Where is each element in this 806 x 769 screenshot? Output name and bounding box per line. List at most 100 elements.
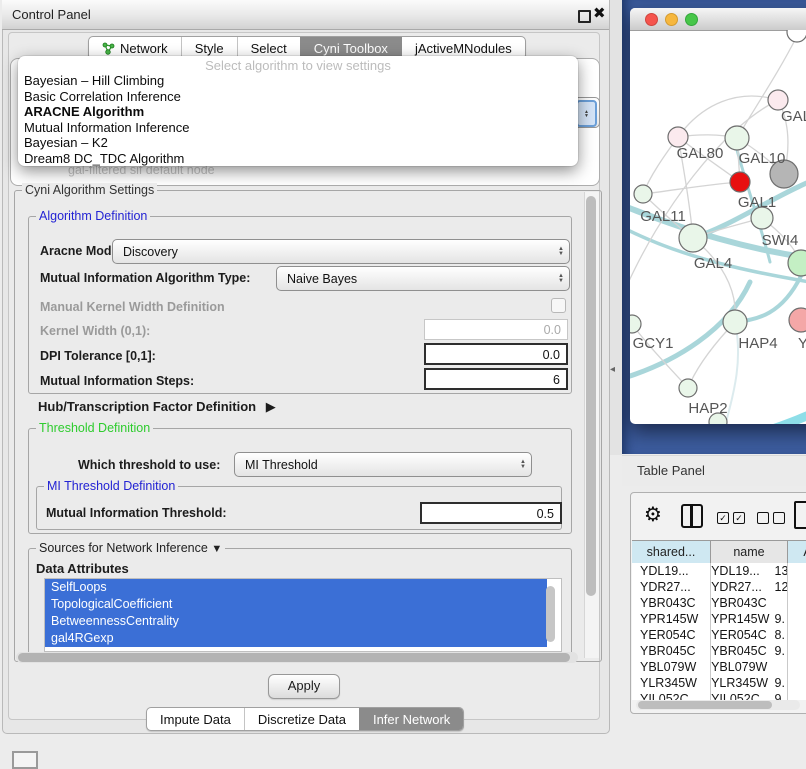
column-header-a[interactable]: A [788,541,806,563]
close-icon[interactable]: ✖ [593,4,606,22]
hub-definition-toggle[interactable]: Hub/Transcription Factor Definition ▶ [38,399,270,415]
split-column-icon[interactable] [681,504,703,528]
spinner-arrows-icon: ▲▼ [553,247,569,257]
table-row[interactable]: YBL079WYBL079W [632,659,806,675]
table-cell: YER054C [632,627,702,643]
sources-group-toggle[interactable]: Sources for Network Inference ▼ [36,541,225,555]
network-node[interactable] [730,172,750,192]
table-cell: YLR345W [702,675,770,691]
attribute-item-topologicalcoefficient[interactable]: TopologicalCoefficient [45,596,547,613]
network-node[interactable] [768,90,788,110]
mi-threshold-label: Mutual Information Threshold: [46,506,227,520]
network-node[interactable] [630,315,641,333]
table-cell: YIL052C [702,691,770,700]
node-label-swi4: SWI4 [762,232,799,249]
mi-algorithm-type-label: Mutual Information Algorithm Type: [40,271,250,285]
attribute-item-betweennesscentrality[interactable]: BetweennessCentrality [45,613,547,630]
column-divider [710,563,711,700]
table-row[interactable]: YDR27...YDR27...12 [632,579,806,595]
column-header-name[interactable]: name [711,541,788,563]
table-row[interactable]: YLR345WYLR345W9. [632,675,806,691]
table-cell: YBR045C [702,643,770,659]
bottom-tab-impute-data-label: Impute Data [160,712,231,727]
network-edge[interactable] [643,182,740,194]
unchecked-box-icon[interactable] [757,512,769,524]
settings-scrollbar-thumb[interactable] [586,196,596,596]
algorithm-dropdown-list: Bayesian – Hill ClimbingBasic Correlatio… [24,73,572,167]
spinner-arrows-icon: ▲▼ [515,460,531,470]
table-hscrollbar-thumb[interactable] [638,701,772,709]
network-edge[interactable] [758,398,806,424]
network-canvas[interactable]: GALGAL80GAL10GAL1GAL11SWI4GAL4GCY1HAP4YH… [630,30,806,424]
network-node[interactable] [723,310,747,334]
settings-hscrollbar-thumb[interactable] [18,653,570,662]
algorithm-option-mutual-information-inference[interactable]: Mutual Information Inference [24,120,572,136]
table-row[interactable]: YBR045CYBR045C9. [632,643,806,659]
network-node[interactable] [725,126,749,150]
checked-box-icon[interactable]: ✓ [717,512,729,524]
mi-steps-label: Mutual Information Steps: [40,374,194,388]
network-node[interactable] [679,224,707,252]
table-row[interactable]: YER054CYER054C8. [632,627,806,643]
mi-steps-field[interactable]: 6 [424,368,568,390]
algorithm-option-dream8-dc-tdc-algorithm[interactable]: Dream8 DC_TDC Algorithm [24,151,572,167]
network-view-window[interactable]: GALGAL80GAL10GAL1GAL11SWI4GAL4GCY1HAP4YH… [630,8,806,424]
minimize-traffic-light-icon[interactable] [665,13,678,26]
network-node[interactable] [789,308,806,332]
zoom-traffic-light-icon[interactable] [685,13,698,26]
network-node[interactable] [679,379,697,397]
bottom-tab-discretize-data[interactable]: Discretize Data [244,708,359,730]
network-node[interactable] [668,127,688,147]
spinner-arrows-icon: ▲▼ [553,274,569,284]
data-attributes-list[interactable]: SelfLoopsTopologicalCoefficientBetweenne… [44,578,562,652]
control-panel-title: Control Panel [12,7,91,22]
document-icon[interactable] [794,501,806,529]
minimized-panel-icon[interactable] [12,751,38,769]
table-cell: YPR145W [702,611,770,627]
attribute-item-selfloops[interactable]: SelfLoops [45,579,547,596]
kernel-width-field[interactable]: 0.0 [424,319,568,340]
table-row[interactable]: YIL052CYIL052C9 [632,691,806,700]
checked-box-icon[interactable]: ✓ [733,512,745,524]
algorithm-option-aracne-algorithm[interactable]: ARACNE Algorithm [24,104,572,120]
attribute-item-gal4rgexp[interactable]: gal4RGexp [45,630,547,647]
hub-definition-label: Hub/Transcription Factor Definition [38,399,256,414]
algorithm-combobox-spinner-icon[interactable]: ▲▼ [576,100,597,127]
network-node[interactable] [634,185,652,203]
which-threshold-combobox[interactable]: MI Threshold ▲▼ [234,452,532,477]
node-label-hap4: HAP4 [738,335,777,352]
apply-button[interactable]: Apply [268,674,340,699]
mi-algorithm-type-combobox[interactable]: Naive Bayes ▲▼ [276,266,570,291]
aracne-mode-combobox[interactable]: Discovery ▲▼ [112,239,570,264]
table-cell: 13 [771,563,806,579]
bottom-tab-impute-data[interactable]: Impute Data [147,708,244,730]
dpi-tolerance-field[interactable]: 0.0 [424,343,568,365]
algorithm-option-bayesian-k2[interactable]: Bayesian – K2 [24,135,572,151]
table-cell: YPR145W [632,611,702,627]
float-window-icon[interactable] [578,10,591,23]
network-icon [102,42,115,55]
unchecked-box-icon[interactable] [773,512,785,524]
bottom-tab-infer-network[interactable]: Infer Network [359,708,463,730]
table-cell [771,659,806,675]
network-window-titlebar[interactable] [630,8,806,31]
table-row[interactable]: YPR145WYPR145W9. [632,611,806,627]
table-row[interactable]: YDL19...YDL19...13 [632,563,806,579]
network-node[interactable] [787,30,806,42]
mi-threshold-field[interactable]: 0.5 [420,502,562,524]
attributes-scrollbar-thumb[interactable] [546,586,555,642]
panel-divider[interactable] [610,0,622,455]
table-body: YDL19...YDL19...13YDR27...YDR27...12YBR0… [632,563,806,700]
manual-kernel-width-checkbox[interactable] [551,298,566,313]
gear-icon[interactable]: ⚙ [644,502,662,527]
table-cell [771,595,806,611]
sources-group-title: Sources for Network Inference [39,541,208,555]
algorithm-option-bayesian-hill-climbing[interactable]: Bayesian – Hill Climbing [24,73,572,89]
algorithm-option-basic-correlation-inference[interactable]: Basic Correlation Inference [24,89,572,105]
aracne-mode-value: Discovery [113,245,553,259]
column-header-shared[interactable]: shared... [632,541,711,563]
collapse-divider-icon[interactable]: ◂ [610,364,615,375]
table-row[interactable]: YBR043CYBR043C [632,595,806,611]
close-traffic-light-icon[interactable] [645,13,658,26]
table-cell: YBL079W [632,659,702,675]
